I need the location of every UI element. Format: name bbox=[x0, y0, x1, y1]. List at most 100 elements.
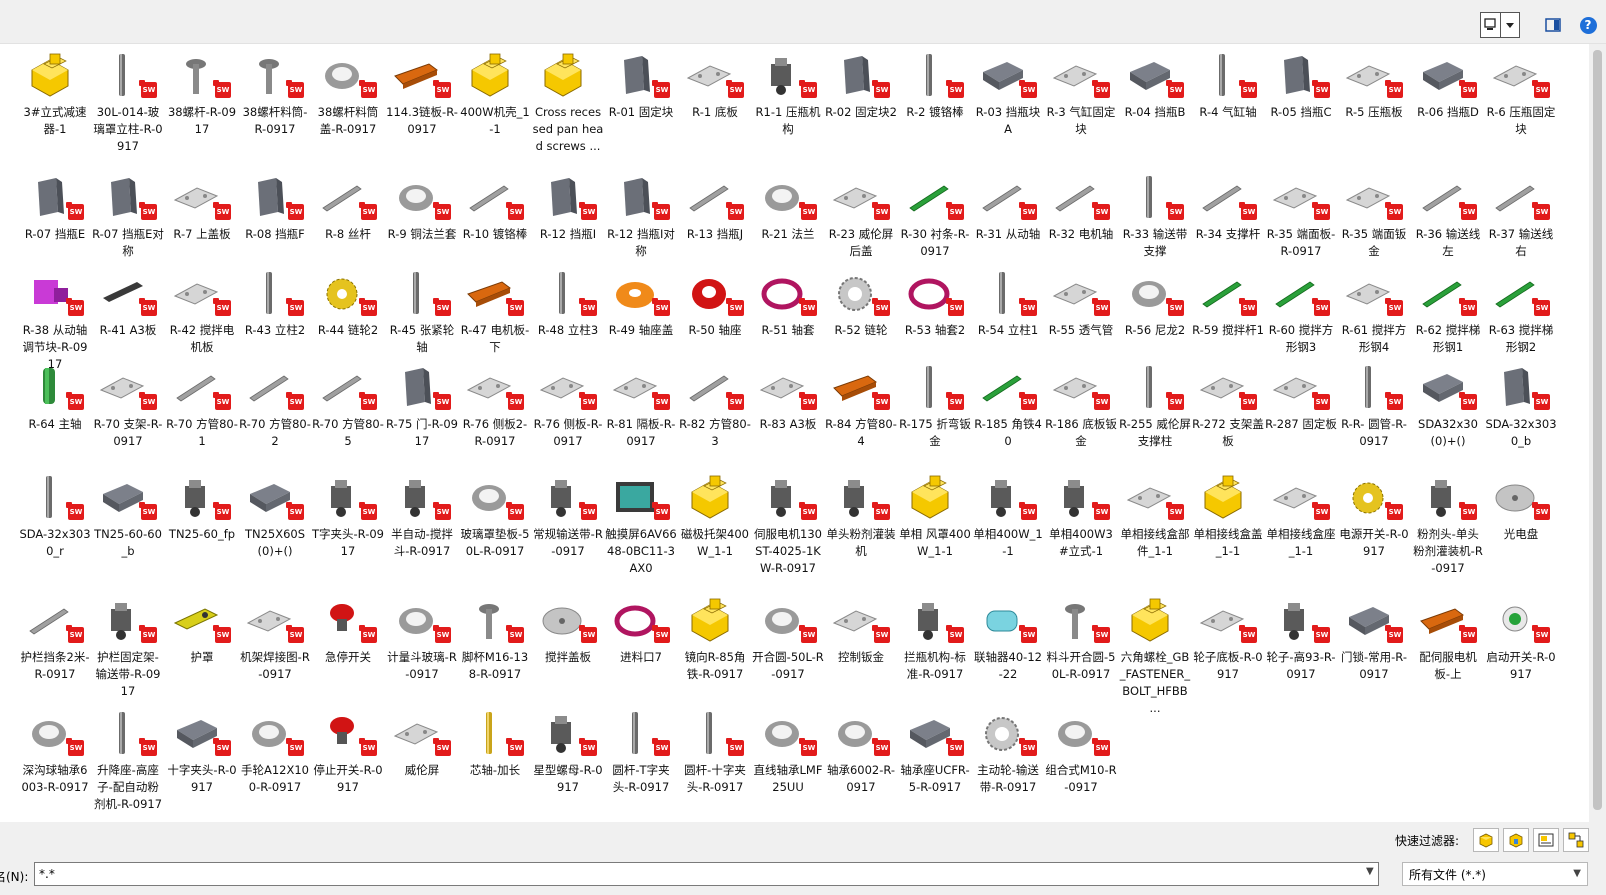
file-item[interactable]: SW R-76 侧板2-R-0917 bbox=[458, 356, 532, 450]
file-item[interactable]: SW R-06 挡瓶D bbox=[1411, 44, 1485, 121]
file-item[interactable]: SW R-55 透气管 bbox=[1044, 262, 1118, 339]
file-item[interactable]: SW 护栏挡条2米-R-0917 bbox=[18, 589, 92, 683]
file-item[interactable]: SW 单相接线盒部件_1-1 bbox=[1118, 466, 1192, 560]
file-item[interactable]: SW R-10 镀铬棒 bbox=[458, 166, 532, 243]
file-item[interactable]: SW R-70 支架-R-0917 bbox=[91, 356, 165, 450]
file-item[interactable]: SW 芯轴-加长 bbox=[458, 702, 532, 779]
file-item[interactable]: SW 常规输送带-R-0917 bbox=[531, 466, 605, 560]
file-item[interactable]: SW 触摸屏6AV6648-0BC11-3AX0 bbox=[604, 466, 678, 577]
file-item[interactable]: SW R-175 折弯钣金 bbox=[898, 356, 972, 450]
file-item[interactable]: SW R1-1 压瓶机构 bbox=[751, 44, 825, 138]
file-item[interactable]: 六角螺栓_GB_FASTENER_BOLT_HFBB ... bbox=[1118, 589, 1192, 717]
file-item[interactable]: SW R-31 从动轴 bbox=[971, 166, 1045, 243]
file-item[interactable]: SW 停止开关-R-0917 bbox=[311, 702, 385, 796]
file-item[interactable]: SW R-30 衬条-R-0917 bbox=[898, 166, 972, 260]
file-item[interactable]: SW 料斗开合圆-50L-R-0917 bbox=[1044, 589, 1118, 683]
file-item[interactable]: SW R-8 丝杆 bbox=[311, 166, 385, 243]
file-item[interactable]: SW T字夹头-R-0917 bbox=[311, 466, 385, 560]
file-item[interactable]: SW 38螺杆-R-0917 bbox=[165, 44, 239, 138]
file-item[interactable]: SW 进料口7 bbox=[604, 589, 678, 666]
file-item[interactable]: SW R-08 挡瓶F bbox=[238, 166, 312, 243]
file-item[interactable]: SW R-07 挡瓶E bbox=[18, 166, 92, 243]
file-item[interactable]: SW 电源开关-R-0917 bbox=[1337, 466, 1411, 560]
filetype-select[interactable]: 所有文件 (*.*) ▼ bbox=[1402, 862, 1588, 886]
chevron-down-icon[interactable]: ▼ bbox=[1366, 866, 1374, 877]
file-item[interactable]: SW TN25X60S(0)+() bbox=[238, 466, 312, 560]
file-item[interactable]: SW R-5 压瓶板 bbox=[1337, 44, 1411, 121]
file-item[interactable]: SW R-02 固定块2 bbox=[824, 44, 898, 121]
file-item[interactable]: SW 十字夹头-R-0917 bbox=[165, 702, 239, 796]
file-item[interactable]: SW R-36 输送线左 bbox=[1411, 166, 1485, 260]
file-item[interactable]: SW 搅拌盖板 bbox=[531, 589, 605, 666]
file-item[interactable]: SW R-2 镀铬棒 bbox=[898, 44, 972, 121]
file-item[interactable]: SW R-33 输送带支撑 bbox=[1118, 166, 1192, 260]
file-item[interactable]: SW 控制钣金 bbox=[824, 589, 898, 666]
file-item[interactable]: SW 组合式M10-R-0917 bbox=[1044, 702, 1118, 796]
file-item[interactable]: SW SDA32x30(0)+() bbox=[1411, 356, 1485, 450]
file-item[interactable]: SW R-03 挡瓶块A bbox=[971, 44, 1045, 138]
file-item[interactable]: SW R-34 支撑杆 bbox=[1191, 166, 1265, 243]
file-item[interactable]: SW TN25-60_fp bbox=[165, 466, 239, 543]
file-item[interactable]: SW 单相接线盒座_1-1 bbox=[1264, 466, 1338, 560]
file-item[interactable]: SW R-4 气缸轴 bbox=[1191, 44, 1265, 121]
help-button[interactable]: ? bbox=[1576, 12, 1600, 38]
file-item[interactable]: SW R-44 链轮2 bbox=[311, 262, 385, 339]
file-item[interactable]: SW R-R- 圆管-R-0917 bbox=[1337, 356, 1411, 450]
filename-input[interactable] bbox=[34, 862, 1379, 886]
file-item[interactable]: SW 星型螺母-R-0917 bbox=[531, 702, 605, 796]
file-item[interactable]: SW R-45 张紧轮轴 bbox=[385, 262, 459, 356]
file-item[interactable]: SW 轴承6002-R-0917 bbox=[824, 702, 898, 796]
file-item[interactable]: SW 114.3链板-R-0917 bbox=[385, 44, 459, 138]
top-level-filter-button[interactable] bbox=[1563, 828, 1589, 852]
file-item[interactable]: SW R-23 威伦屏后盖 bbox=[824, 166, 898, 260]
file-item[interactable]: 单相 风罩400W_1-1 bbox=[898, 466, 972, 560]
file-item[interactable]: SW 配伺服电机板-上 bbox=[1411, 589, 1485, 683]
file-item[interactable]: SW R-50 轴座 bbox=[678, 262, 752, 339]
file-item[interactable]: 3#立式减速器-1 bbox=[18, 44, 92, 138]
file-item[interactable]: SW R-62 搅拌梯形钢1 bbox=[1411, 262, 1485, 356]
file-item[interactable]: SW R-64 主轴 bbox=[18, 356, 92, 433]
file-item[interactable]: SW 机架焊接图-R-0917 bbox=[238, 589, 312, 683]
file-item[interactable]: SW 门锁-常用-R-0917 bbox=[1337, 589, 1411, 683]
assembly-filter-button[interactable] bbox=[1503, 828, 1529, 852]
file-item[interactable]: SW 单相400W_1-1 bbox=[971, 466, 1045, 560]
file-item[interactable]: Cross recessed pan head screws ... bbox=[531, 44, 605, 155]
file-item[interactable]: SW R-47 电机板-下 bbox=[458, 262, 532, 356]
file-item[interactable]: SW 威伦屏 bbox=[385, 702, 459, 779]
file-item[interactable]: SW 38螺杆料筒-R-0917 bbox=[238, 44, 312, 138]
file-item[interactable]: SW R-12 挡瓶I对称 bbox=[604, 166, 678, 260]
file-item[interactable]: SW R-83 A3板 bbox=[751, 356, 825, 433]
file-item[interactable]: 400W机壳_1-1 bbox=[458, 44, 532, 138]
preview-pane-button[interactable] bbox=[1540, 12, 1566, 38]
view-mode-icon[interactable] bbox=[1481, 13, 1500, 37]
file-item[interactable]: SW R-272 支架盖板 bbox=[1191, 356, 1265, 450]
file-item[interactable]: SW 粉剂头-单头粉剂灌装机-R-0917 bbox=[1411, 466, 1485, 577]
file-item[interactable]: SW 30L-014-玻璃罩立柱-R-0917 bbox=[91, 44, 165, 155]
file-item[interactable]: SW 玻璃罩垫板-50L-R-0917 bbox=[458, 466, 532, 560]
file-item[interactable]: SW R-75 门-R-0917 bbox=[385, 356, 459, 450]
file-item[interactable]: SW R-70 方管80-5 bbox=[311, 356, 385, 450]
file-item[interactable]: SW R-54 立柱1 bbox=[971, 262, 1045, 339]
file-item[interactable]: SW R-41 A3板 bbox=[91, 262, 165, 339]
file-item[interactable]: SW R-53 轴套2 bbox=[898, 262, 972, 339]
drawing-filter-button[interactable] bbox=[1533, 828, 1559, 852]
file-item[interactable]: SW R-32 电机轴 bbox=[1044, 166, 1118, 243]
file-item[interactable]: SW R-287 固定板 bbox=[1264, 356, 1338, 433]
file-item[interactable]: SW 圆杆-十字夹头-R-0917 bbox=[678, 702, 752, 796]
file-item[interactable]: 镜向R-85角铁-R-0917 bbox=[678, 589, 752, 683]
file-item[interactable]: SW R-60 搅拌方形钢3 bbox=[1264, 262, 1338, 356]
file-item[interactable]: SW R-12 挡瓶I bbox=[531, 166, 605, 243]
file-item[interactable]: SW 手轮A12X100-R-0917 bbox=[238, 702, 312, 796]
file-item[interactable]: SW 脚杯M16-138-R-0917 bbox=[458, 589, 532, 683]
chevron-down-icon[interactable] bbox=[1500, 13, 1519, 37]
file-item[interactable]: SW 光电盘 bbox=[1484, 466, 1558, 543]
file-item[interactable]: SW R-61 搅拌方形钢4 bbox=[1337, 262, 1411, 356]
file-item[interactable]: SW R-6 压瓶固定块 bbox=[1484, 44, 1558, 138]
file-item[interactable]: SW R-01 固定块 bbox=[604, 44, 678, 121]
file-item[interactable]: SW R-81 隔板-R-0917 bbox=[604, 356, 678, 450]
file-list[interactable]: 3#立式减速器-1 SW 30L-014-玻璃罩立柱-R-0917 SW 38螺杆-R-… bbox=[0, 44, 1606, 822]
file-item[interactable]: SW 急停开关 bbox=[311, 589, 385, 666]
file-item[interactable]: SW R-04 挡瓶B bbox=[1118, 44, 1192, 121]
file-item[interactable]: SW R-42 搅拌电机板 bbox=[165, 262, 239, 356]
file-item[interactable]: SW 轮子-高93-R-0917 bbox=[1264, 589, 1338, 683]
